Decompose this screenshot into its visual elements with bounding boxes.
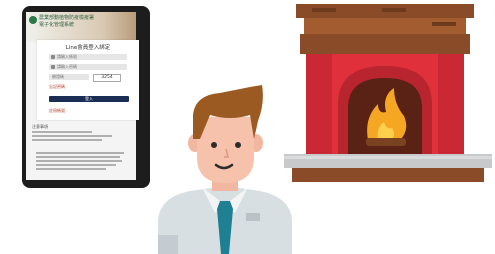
shirt-pocket [246,213,260,221]
person-illustration [158,85,292,254]
footer-line [36,160,122,162]
register-link[interactable]: 註冊帳號 [49,108,65,114]
banner-title-line2: 電子化管理系統 [39,22,75,28]
mantle-brick [312,8,336,12]
captcha-image: 3254 [93,74,121,82]
password-input[interactable]: 請輸入密碼 [49,64,127,70]
captcha-placeholder: 驗證碼 [52,74,64,79]
mantle-bottom [300,34,470,54]
account-placeholder: 請輸入帳號 [57,54,77,59]
password-placeholder: 請輸入密碼 [57,64,77,69]
hearth-highlight [284,156,492,159]
login-button[interactable]: 登入 [49,96,129,102]
illustration-scene: 農業部動植物防疫檢疫署 電子化管理系統 注意事項 Line會員登入綁定 請輸入帳… [0,0,495,254]
hearth-base [292,168,484,182]
eye-right [235,142,241,148]
user-icon [51,55,55,59]
mantle-brick [432,22,456,26]
notes-line [32,135,112,137]
footer-line [36,152,124,154]
notes-title: 注意事項 [32,124,48,129]
notes-line [32,131,92,133]
footer-line [36,164,116,166]
eye-left [211,142,217,148]
shirt-shadow [158,235,178,254]
banner-title-line1: 農業部動植物防疫檢疫署 [39,15,95,21]
mantle-brick [382,8,406,12]
notes-line [32,139,102,141]
login-card: Line會員登入綁定 請輸入帳號 請輸入密碼 驗證碼 3254 忘記密碼 登入 … [37,40,139,120]
pillar-left [306,54,332,154]
captcha-input[interactable]: 驗證碼 [49,74,89,80]
fireplace-illustration [284,4,492,182]
account-input[interactable]: 請輸入帳號 [49,54,127,60]
agency-logo-icon [29,16,37,24]
log [366,138,406,146]
lock-icon [51,65,55,69]
forgot-password-link[interactable]: 忘記密碼 [49,84,65,90]
footer-line [36,168,106,170]
pillar-right [438,54,464,154]
footer-line [36,156,120,158]
login-card-title: Line會員登入綁定 [65,45,111,51]
screen-banner: 農業部動植物防疫檢疫署 電子化管理系統 [26,12,136,42]
